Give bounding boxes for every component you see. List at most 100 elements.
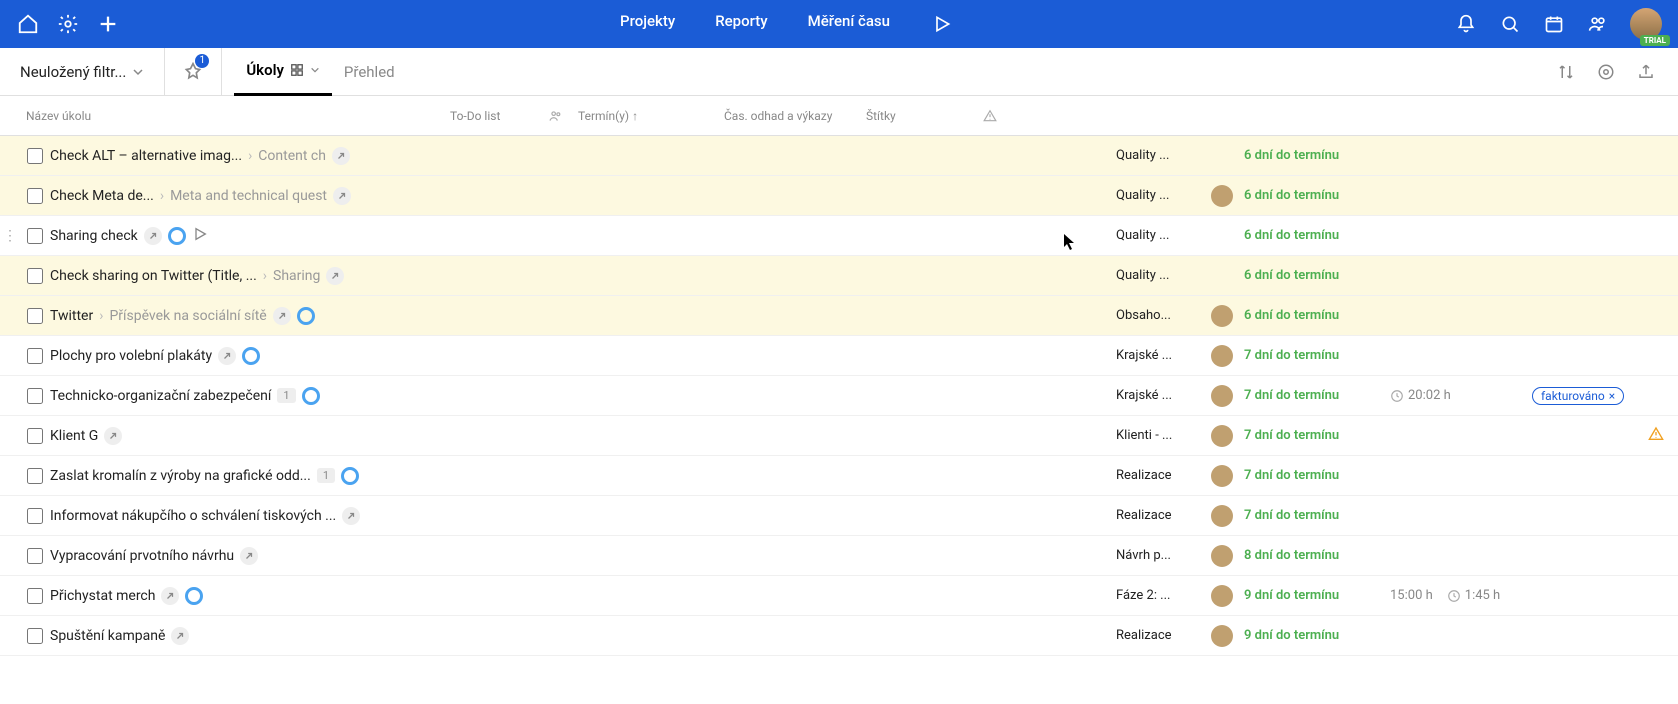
tag[interactable]: fakturováno × [1532, 387, 1624, 405]
row-checkbox[interactable] [27, 228, 43, 244]
external-link-icon[interactable] [144, 227, 162, 245]
external-link-icon[interactable] [273, 307, 291, 325]
assignee-cell[interactable] [1200, 185, 1244, 207]
assignee-cell[interactable] [1200, 385, 1244, 407]
todo-cell[interactable]: Quality ... [1116, 228, 1200, 243]
task-row[interactable]: Přichystat merchFáze 2: ...9 dní do term… [0, 576, 1678, 616]
todo-cell[interactable]: Quality ... [1116, 148, 1200, 163]
sort-icon[interactable] [1554, 60, 1578, 84]
task-name-cell[interactable]: Plochy pro volební plakáty [50, 347, 1116, 365]
term-cell[interactable]: 6 dní do termínu [1244, 308, 1390, 323]
warning-icon[interactable] [1648, 426, 1664, 446]
status-ring-icon[interactable] [242, 347, 260, 365]
external-link-icon[interactable] [333, 187, 351, 205]
task-row[interactable]: Twitter›Příspěvek na sociální sítěObsaho… [0, 296, 1678, 336]
share-icon[interactable] [1634, 60, 1658, 84]
nav-projekty[interactable]: Projekty [620, 12, 675, 36]
nav-reporty[interactable]: Reporty [715, 12, 767, 36]
term-cell[interactable]: 9 dní do termínu [1244, 628, 1390, 643]
task-row[interactable]: Spuštění kampaněRealizace 9 dní do termín… [0, 616, 1678, 656]
external-link-icon[interactable] [240, 547, 258, 565]
assignee-cell[interactable] [1200, 465, 1244, 487]
todo-cell[interactable]: Realizace [1116, 628, 1200, 643]
task-name-cell[interactable]: Check sharing on Twitter (Title, ...›Sha… [50, 267, 1116, 285]
term-cell[interactable]: 6 dní do termínu [1244, 268, 1390, 283]
col-header-name[interactable]: Název úkolu [0, 109, 450, 123]
assignee-cell[interactable] [1200, 585, 1244, 607]
row-checkbox[interactable] [27, 548, 43, 564]
row-checkbox[interactable] [27, 388, 43, 404]
bell-icon[interactable] [1454, 12, 1478, 36]
todo-cell[interactable]: Realizace [1116, 468, 1200, 483]
plus-icon[interactable] [96, 12, 120, 36]
time-cell[interactable]: 20:02 h [1390, 388, 1532, 403]
calendar-icon[interactable] [1542, 12, 1566, 36]
external-link-icon[interactable] [332, 147, 350, 165]
external-link-icon[interactable] [161, 587, 179, 605]
row-checkbox[interactable] [27, 508, 43, 524]
task-name-cell[interactable]: Technicko-organizační zabezpečení1 [50, 387, 1116, 405]
task-row[interactable]: Plochy pro volební plakátyKrajské ...7 d… [0, 336, 1678, 376]
task-row[interactable]: Informovat nákupčího o schválení tiskový… [0, 496, 1678, 536]
task-name-cell[interactable]: Klient G [50, 427, 1116, 445]
term-cell[interactable]: 7 dní do termínu [1244, 508, 1390, 523]
people-icon[interactable] [1586, 12, 1610, 36]
assignee-cell[interactable] [1200, 625, 1244, 647]
tag-remove-icon[interactable]: × [1609, 389, 1615, 403]
term-cell[interactable]: 6 dní do termínu [1244, 228, 1390, 243]
term-cell[interactable]: 8 dní do termínu [1244, 548, 1390, 563]
term-cell[interactable]: 9 dní do termínu [1244, 588, 1390, 603]
status-ring-icon[interactable] [302, 387, 320, 405]
tags-cell[interactable]: fakturováno × [1532, 387, 1634, 405]
tab-ukoly[interactable]: Úkoly [234, 48, 332, 96]
task-name-cell[interactable]: Check Meta de...›Meta and technical ques… [50, 187, 1116, 205]
todo-cell[interactable]: Klienti - ... [1116, 428, 1200, 443]
term-cell[interactable]: 6 dní do termínu [1244, 188, 1390, 203]
col-header-time[interactable]: Čas. odhad a výkazy [724, 109, 866, 123]
assignee-cell[interactable] [1200, 305, 1244, 327]
row-checkbox[interactable] [27, 588, 43, 604]
assignee-cell[interactable] [1200, 345, 1244, 367]
row-checkbox[interactable] [27, 308, 43, 324]
todo-cell[interactable]: Quality ... [1116, 268, 1200, 283]
status-ring-icon[interactable] [341, 467, 359, 485]
nav-mereni[interactable]: Měření času [808, 12, 890, 36]
task-row[interactable]: ⋮ Sharing checkQuality ... 6 dní do termín… [0, 216, 1678, 256]
avatar[interactable]: TRIAL [1630, 8, 1662, 40]
task-name-cell[interactable]: Spuštění kampaně [50, 627, 1116, 645]
status-ring-icon[interactable] [185, 587, 203, 605]
assignee-cell[interactable] [1200, 425, 1244, 447]
task-row[interactable]: Zaslat kromalín z výroby na grafické odd… [0, 456, 1678, 496]
external-link-icon[interactable] [342, 507, 360, 525]
assignee-cell[interactable] [1200, 505, 1244, 527]
col-header-assignee[interactable] [534, 109, 578, 123]
status-ring-icon[interactable] [168, 227, 186, 245]
drag-handle[interactable]: ⋮ [0, 228, 20, 244]
col-header-tags[interactable]: Štítky [866, 109, 968, 123]
task-name-cell[interactable]: Check ALT – alternative imag...›Content … [50, 147, 1116, 165]
row-checkbox[interactable] [27, 188, 43, 204]
todo-cell[interactable]: Quality ... [1116, 188, 1200, 203]
row-checkbox[interactable] [27, 348, 43, 364]
search-icon[interactable] [1498, 12, 1522, 36]
task-row[interactable]: Check Meta de...›Meta and technical ques… [0, 176, 1678, 216]
external-link-icon[interactable] [171, 627, 189, 645]
assignee-cell[interactable] [1200, 545, 1244, 567]
term-cell[interactable]: 7 dní do termínu [1244, 428, 1390, 443]
todo-cell[interactable]: Realizace [1116, 508, 1200, 523]
col-header-warn[interactable] [968, 109, 1012, 123]
external-link-icon[interactable] [326, 267, 344, 285]
term-cell[interactable]: 7 dní do termínu [1244, 388, 1390, 403]
todo-cell[interactable]: Návrh p... [1116, 548, 1200, 563]
todo-cell[interactable]: Obsaho... [1116, 308, 1200, 323]
row-checkbox[interactable] [27, 468, 43, 484]
task-name-cell[interactable]: Informovat nákupčího o schválení tiskový… [50, 507, 1116, 525]
filter-name-dropdown[interactable]: Neuložený filtr... [0, 63, 164, 81]
col-header-todo[interactable]: To-Do list [450, 109, 534, 123]
task-name-cell[interactable]: Sharing check [50, 226, 1116, 246]
pin-button[interactable]: 1 [164, 48, 222, 96]
row-checkbox[interactable] [27, 628, 43, 644]
external-link-icon[interactable] [218, 347, 236, 365]
home-icon[interactable] [16, 12, 40, 36]
row-checkbox[interactable] [27, 428, 43, 444]
